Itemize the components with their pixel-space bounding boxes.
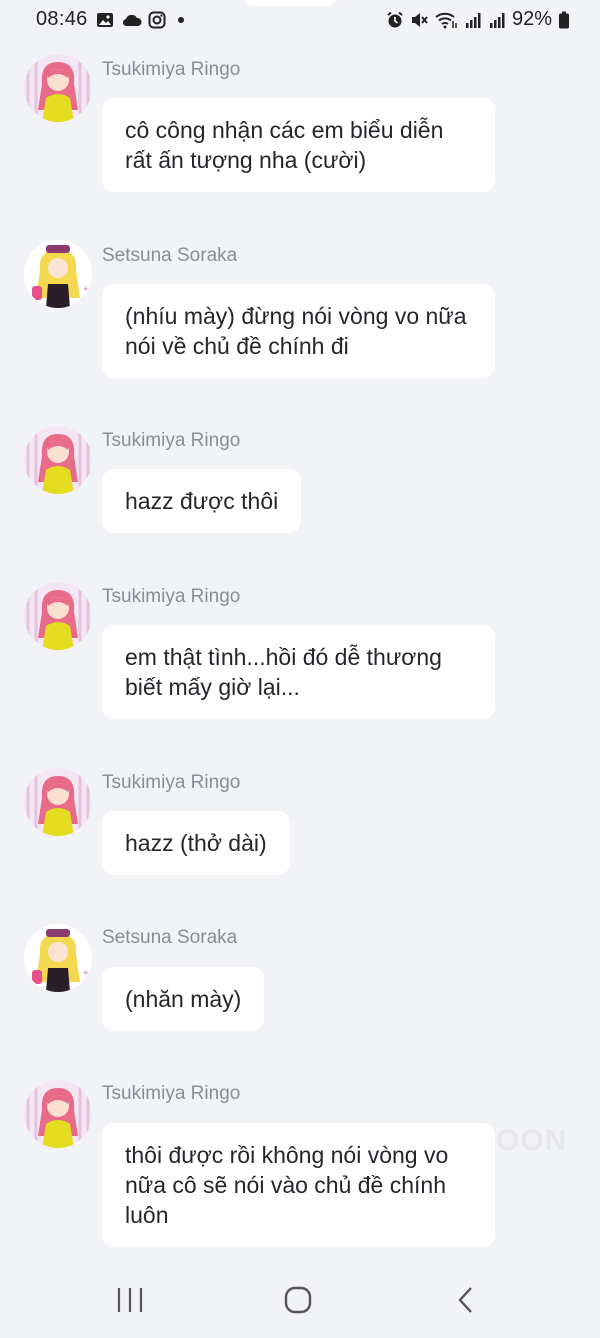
instagram-icon <box>148 11 166 29</box>
avatar-ringo[interactable] <box>24 54 92 122</box>
back-icon[interactable] <box>446 1284 486 1316</box>
sender-name: Tsukimiya Ringo <box>102 772 241 793</box>
battery-icon <box>558 11 570 29</box>
message-bubble[interactable]: (nhăn mày) <box>102 967 265 1031</box>
sender-name: Tsukimiya Ringo <box>102 586 241 607</box>
sender-name: Tsukimiya Ringo <box>102 59 241 80</box>
battery-percent: 92% <box>511 8 552 30</box>
avatar-setsuna[interactable]: ✦ <box>24 924 92 992</box>
cloud-icon <box>122 11 142 29</box>
message-bubble[interactable]: hazz (thở dài) <box>102 811 290 875</box>
message-bubble[interactable]: (nhíu mày) đừng nói vòng vo nữa nói về c… <box>102 284 495 378</box>
image-icon <box>96 11 114 29</box>
signal-icon <box>488 11 506 29</box>
sender-name: Tsukimiya Ringo <box>102 1083 241 1104</box>
svg-text:✦: ✦ <box>82 969 90 979</box>
alarm-icon <box>386 11 404 29</box>
signal-icon <box>464 11 482 29</box>
message-bubble[interactable]: hazz được thôi <box>102 469 302 533</box>
avatar-setsuna[interactable]: ✦ <box>24 240 92 308</box>
avatar-ringo[interactable] <box>24 426 92 494</box>
navigation-bar <box>0 1262 600 1338</box>
svg-text:✦: ✦ <box>82 285 90 295</box>
mute-icon <box>410 11 428 29</box>
home-icon[interactable] <box>278 1284 318 1316</box>
avatar-ringo[interactable] <box>24 768 92 836</box>
recent-apps-icon[interactable] <box>110 1284 150 1316</box>
status-time: 08:46 <box>36 8 88 30</box>
sender-name: Tsukimiya Ringo <box>102 430 241 451</box>
avatar-ringo[interactable] <box>24 582 92 650</box>
watermark: OON <box>496 1124 568 1157</box>
wifi-icon <box>434 11 458 29</box>
dot-icon <box>174 11 192 29</box>
avatar-ringo[interactable] <box>24 1080 92 1148</box>
sender-name: Setsuna Soraka <box>102 245 238 266</box>
message-bubble[interactable]: thôi được rồi không nói vòng vo nữa cô s… <box>102 1123 495 1247</box>
sender-name: Setsuna Soraka <box>102 927 238 948</box>
message-bubble[interactable]: cô công nhận các em biểu diễn rất ấn tượ… <box>102 98 495 192</box>
message-bubble[interactable]: em thật tình...hồi đó dễ thương biết mấy… <box>102 625 495 719</box>
status-bar: 08:46 92% <box>0 0 600 40</box>
